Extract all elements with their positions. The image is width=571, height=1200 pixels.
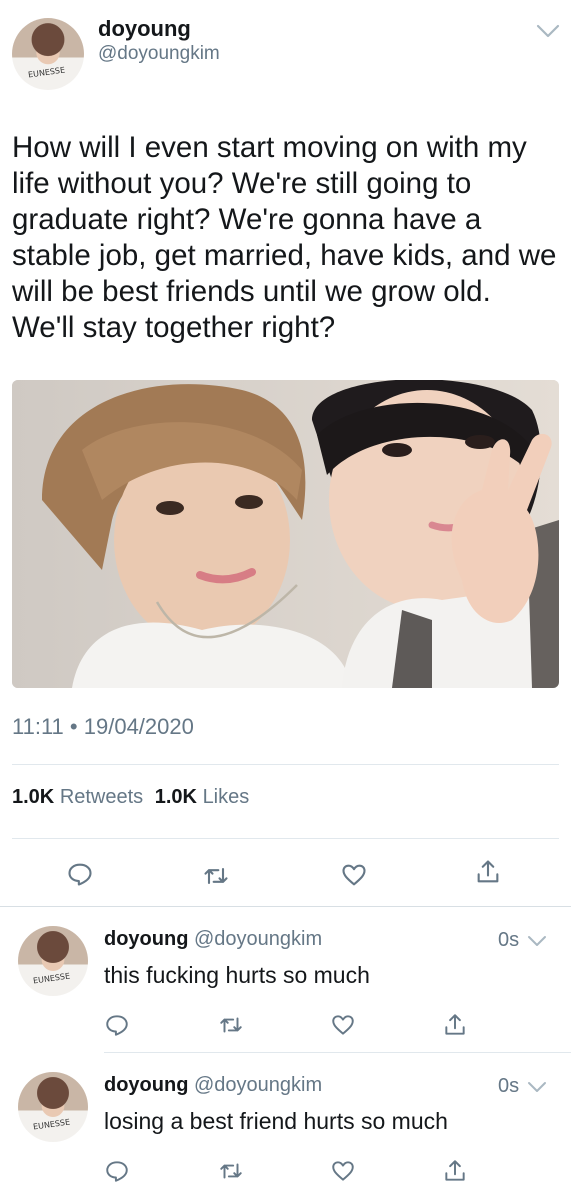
share-icon[interactable] (474, 858, 502, 886)
avatar[interactable]: EUNESSE (18, 926, 88, 996)
tweet-text: How will I even start moving on with my … (12, 131, 557, 344)
reply-author-line: doyoung @doyoungkim (104, 928, 322, 951)
divider (12, 838, 559, 839)
avatar[interactable]: EUNESSE (12, 18, 84, 90)
reply-icon[interactable] (66, 860, 94, 888)
chevron-down-icon[interactable] (536, 24, 560, 38)
reply-time[interactable]: 0s (498, 1075, 519, 1098)
chevron-down-icon[interactable] (527, 934, 547, 946)
reply-author-line: doyoung @doyoungkim (104, 1074, 322, 1097)
retweet-label[interactable]: Retweets (60, 786, 143, 808)
author-display-name[interactable]: doyoung (104, 1074, 188, 1096)
tweet-photo[interactable] (12, 380, 559, 688)
reply-tweet[interactable]: EUNESSE doyoung @doyoungkim 0s losing a … (0, 1072, 571, 1196)
share-icon[interactable] (442, 1158, 468, 1184)
tweet-date: 19/04/2020 (83, 714, 194, 739)
like-icon[interactable] (330, 1158, 356, 1184)
divider (0, 906, 571, 907)
share-icon[interactable] (442, 1012, 468, 1038)
author-handle[interactable]: @doyoungkim (98, 43, 220, 65)
divider (12, 764, 559, 765)
reply-tweet[interactable]: EUNESSE doyoung @doyoungkim 0s this fuck… (0, 926, 571, 1050)
main-tweet: EUNESSE doyoung @doyoungkim How will I e… (0, 0, 571, 906)
retweet-count[interactable]: 1.0K (12, 786, 54, 808)
like-label[interactable]: Likes (203, 786, 250, 808)
timestamp-separator: • (69, 714, 84, 739)
retweet-icon[interactable] (202, 862, 230, 890)
tweet-time: 11:11 (12, 714, 64, 739)
chevron-down-icon[interactable] (527, 1080, 547, 1092)
divider (104, 1052, 571, 1053)
tweet-stats: 1.0K Retweets 1.0K Likes (12, 786, 255, 809)
avatar-shirt-text: EUNESSE (32, 1117, 72, 1132)
reply-text: this fucking hurts so much (104, 962, 370, 988)
reply-text: losing a best friend hurts so much (104, 1108, 448, 1134)
avatar[interactable]: EUNESSE (18, 1072, 88, 1142)
reply-time[interactable]: 0s (498, 929, 519, 952)
reply-icon[interactable] (104, 1012, 130, 1038)
like-count[interactable]: 1.0K (155, 786, 197, 808)
retweet-icon[interactable] (218, 1012, 244, 1038)
author-handle[interactable]: @doyoungkim (194, 1074, 322, 1096)
retweet-icon[interactable] (218, 1158, 244, 1184)
author-display-name[interactable]: doyoung (104, 928, 188, 950)
tweet-timestamp[interactable]: 11:11 • 19/04/2020 (12, 714, 194, 740)
avatar-shirt-text: EUNESSE (32, 971, 72, 986)
reply-icon[interactable] (104, 1158, 130, 1184)
like-icon[interactable] (330, 1012, 356, 1038)
author-display-name[interactable]: doyoung (98, 16, 191, 42)
author-handle[interactable]: @doyoungkim (194, 928, 322, 950)
like-icon[interactable] (340, 861, 368, 889)
avatar-shirt-text: EUNESSE (27, 65, 66, 80)
